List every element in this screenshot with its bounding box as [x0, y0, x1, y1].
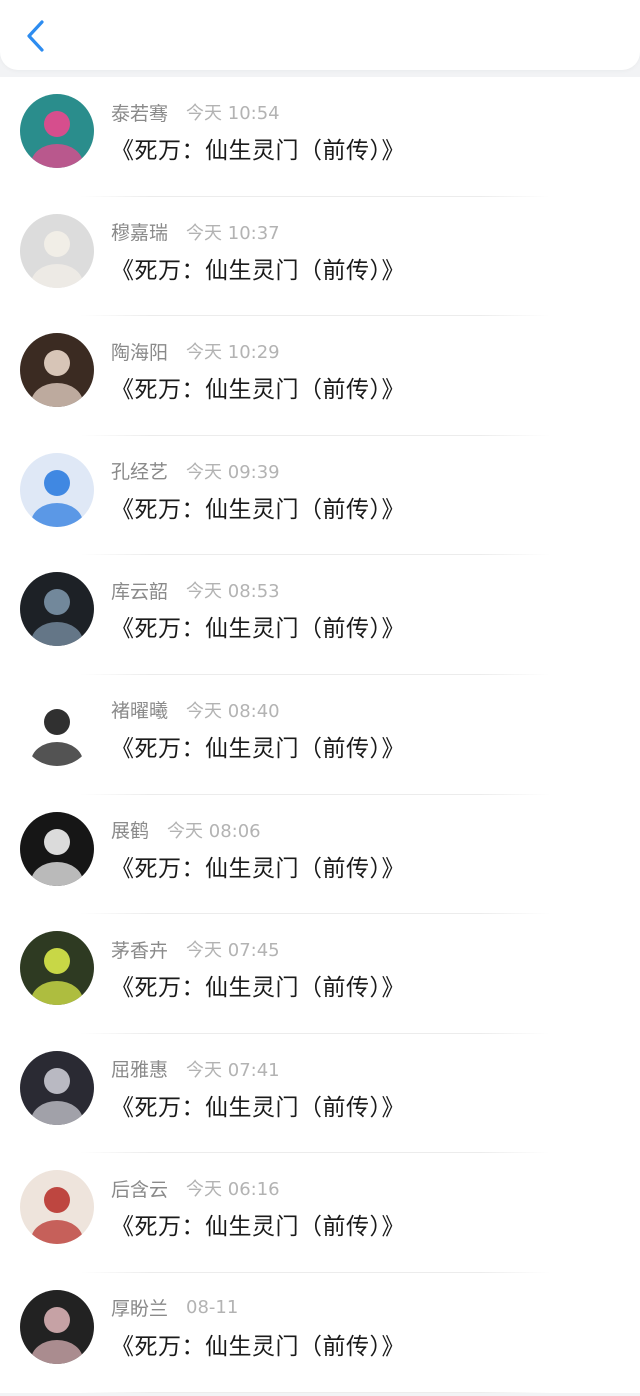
- avatar[interactable]: [20, 811, 94, 886]
- avatar[interactable]: [20, 691, 94, 766]
- item-meta: 孔经艺 今天 09:39: [111, 458, 280, 484]
- list-item[interactable]: 陶海阳 今天 10:29 《死万：仙生灵门（前传）》: [0, 316, 640, 436]
- item-title: 《死万：仙生灵门（前传）》: [111, 1333, 405, 1360]
- user-name[interactable]: 泰若骞: [111, 99, 168, 126]
- list-item[interactable]: 展鹤 今天 08:06 《死万：仙生灵门（前传）》: [0, 795, 640, 915]
- user-name[interactable]: 厚盼兰: [111, 1294, 168, 1321]
- timestamp: 今天 08:40: [186, 700, 280, 722]
- item-title: 《死万：仙生灵门（前传）》: [111, 377, 405, 404]
- avatar[interactable]: [20, 572, 94, 647]
- item-meta: 褚曜曦 今天 08:40: [111, 697, 280, 723]
- list-item[interactable]: 屈雅惠 今天 07:41 《死万：仙生灵门（前传）》: [0, 1034, 640, 1154]
- item-title: 《死万：仙生灵门（前传）》: [111, 138, 405, 164]
- timestamp: 今天 06:16: [186, 1179, 280, 1201]
- item-meta: 屈雅惠 今天 07:41: [111, 1056, 280, 1082]
- list-item[interactable]: 泰若骞 今天 10:54 《死万：仙生灵门（前传）》: [0, 77, 640, 197]
- timestamp: 今天 09:39: [186, 461, 280, 483]
- timestamp: 今天 07:45: [186, 940, 280, 962]
- item-meta: 茅香卉 今天 07:45: [111, 936, 280, 962]
- chevron-left-icon: [27, 20, 44, 52]
- list-item[interactable]: 后含云 今天 06:16 《死万：仙生灵门（前传）》: [0, 1153, 640, 1273]
- user-name[interactable]: 穆嘉瑞: [111, 218, 168, 245]
- avatar[interactable]: [20, 1289, 94, 1364]
- list-item[interactable]: 库云韶 今天 08:53 《死万：仙生灵门（前传）》: [0, 555, 640, 675]
- avatar[interactable]: [20, 333, 94, 408]
- user-name[interactable]: 屈雅惠: [111, 1055, 168, 1082]
- divider: [80, 1391, 550, 1393]
- list-item[interactable]: 穆嘉瑞 今天 10:37 《死万：仙生灵门（前传）》: [0, 197, 640, 317]
- timestamp: 08-11: [186, 1297, 239, 1319]
- user-name[interactable]: 孔经艺: [111, 457, 168, 484]
- timestamp: 今天 10:29: [186, 342, 280, 364]
- item-title: 《死万：仙生灵门（前传）》: [111, 1214, 405, 1241]
- timestamp: 今天 10:54: [186, 103, 280, 124]
- user-name[interactable]: 展鹤: [111, 816, 149, 843]
- item-title: 《死万：仙生灵门（前传）》: [111, 975, 405, 1002]
- timestamp: 今天 08:06: [167, 820, 261, 842]
- list-item[interactable]: 孔经艺 今天 09:39 《死万：仙生灵门（前传）》: [0, 436, 640, 556]
- item-title: 《死万：仙生灵门（前传）》: [111, 257, 405, 284]
- item-meta: 泰若骞 今天 10:54: [111, 99, 280, 125]
- item-meta: 库云韶 今天 08:53: [111, 577, 280, 603]
- user-name[interactable]: 库云韶: [111, 577, 168, 604]
- message-list: 泰若骞 今天 10:54 《死万：仙生灵门（前传）》 穆嘉瑞 今天 10:37 《死万：仙…: [0, 77, 640, 1393]
- list-item[interactable]: 茅香卉 今天 07:45 《死万：仙生灵门（前传）》: [0, 914, 640, 1034]
- avatar[interactable]: [20, 1170, 94, 1245]
- avatar[interactable]: [20, 94, 94, 168]
- avatar[interactable]: [20, 213, 94, 288]
- list-item[interactable]: 褚曜曦 今天 08:40 《死万：仙生灵门（前传）》: [0, 675, 640, 795]
- avatar[interactable]: [20, 1050, 94, 1125]
- user-name[interactable]: 后含云: [111, 1175, 168, 1202]
- item-meta: 陶海阳 今天 10:29: [111, 338, 280, 364]
- timestamp: 今天 08:53: [186, 581, 280, 603]
- list-item[interactable]: 厚盼兰 08-11 《死万：仙生灵门（前传）》: [0, 1273, 640, 1393]
- item-meta: 后含云 今天 06:16: [111, 1175, 280, 1201]
- user-name[interactable]: 陶海阳: [111, 338, 168, 365]
- item-meta: 厚盼兰 08-11: [111, 1295, 238, 1321]
- item-meta: 展鹤 今天 08:06: [111, 817, 261, 843]
- item-title: 《死万：仙生灵门（前传）》: [111, 735, 405, 762]
- avatar[interactable]: [20, 452, 94, 527]
- avatar[interactable]: [20, 931, 94, 1006]
- back-button[interactable]: [18, 16, 54, 56]
- user-name[interactable]: 褚曜曦: [111, 696, 168, 723]
- item-title: 《死万：仙生灵门（前传）》: [111, 855, 405, 882]
- item-title: 《死万：仙生灵门（前传）》: [111, 496, 405, 523]
- user-name[interactable]: 茅香卉: [111, 936, 168, 963]
- item-title: 《死万：仙生灵门（前传）》: [111, 616, 405, 643]
- top-bar: [0, 0, 640, 70]
- item-title: 《死万：仙生灵门（前传）》: [111, 1094, 405, 1121]
- timestamp: 今天 07:41: [186, 1059, 280, 1081]
- item-meta: 穆嘉瑞 今天 10:37: [111, 219, 280, 245]
- timestamp: 今天 10:37: [186, 222, 280, 244]
